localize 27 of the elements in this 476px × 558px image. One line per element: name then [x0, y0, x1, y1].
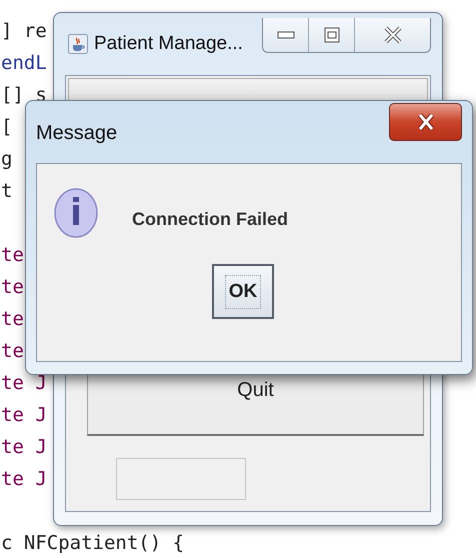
code-line: te J [1, 435, 47, 460]
code-line: te J [1, 403, 47, 428]
minimize-icon [276, 30, 294, 40]
code-line: te J [1, 467, 47, 492]
code-line: c NFCpatient() { [1, 531, 184, 556]
close-button[interactable] [389, 103, 462, 141]
code-line: [ [1, 115, 12, 140]
maximize-icon [324, 27, 340, 43]
button[interactable] [68, 78, 428, 101]
ok-button[interactable]: OK [212, 264, 274, 319]
coffee-cup-icon [68, 34, 88, 54]
dialog-title: Message [36, 120, 118, 144]
code-line: endL [1, 51, 47, 76]
code-line: te [1, 275, 24, 300]
window-title: Patient Manage... [94, 33, 243, 55]
message-text: Connection Failed [132, 209, 288, 230]
code-line: g [1, 147, 12, 172]
code-line: ] re [1, 19, 47, 44]
info-icon [54, 186, 98, 238]
code-line: t [1, 179, 12, 204]
close-icon [382, 26, 402, 44]
text-field[interactable] [116, 458, 246, 500]
code-line: te [1, 339, 24, 364]
code-line: te [1, 243, 24, 268]
code-line: te J [1, 371, 47, 396]
close-icon [416, 113, 436, 131]
code-line: te [1, 307, 24, 332]
